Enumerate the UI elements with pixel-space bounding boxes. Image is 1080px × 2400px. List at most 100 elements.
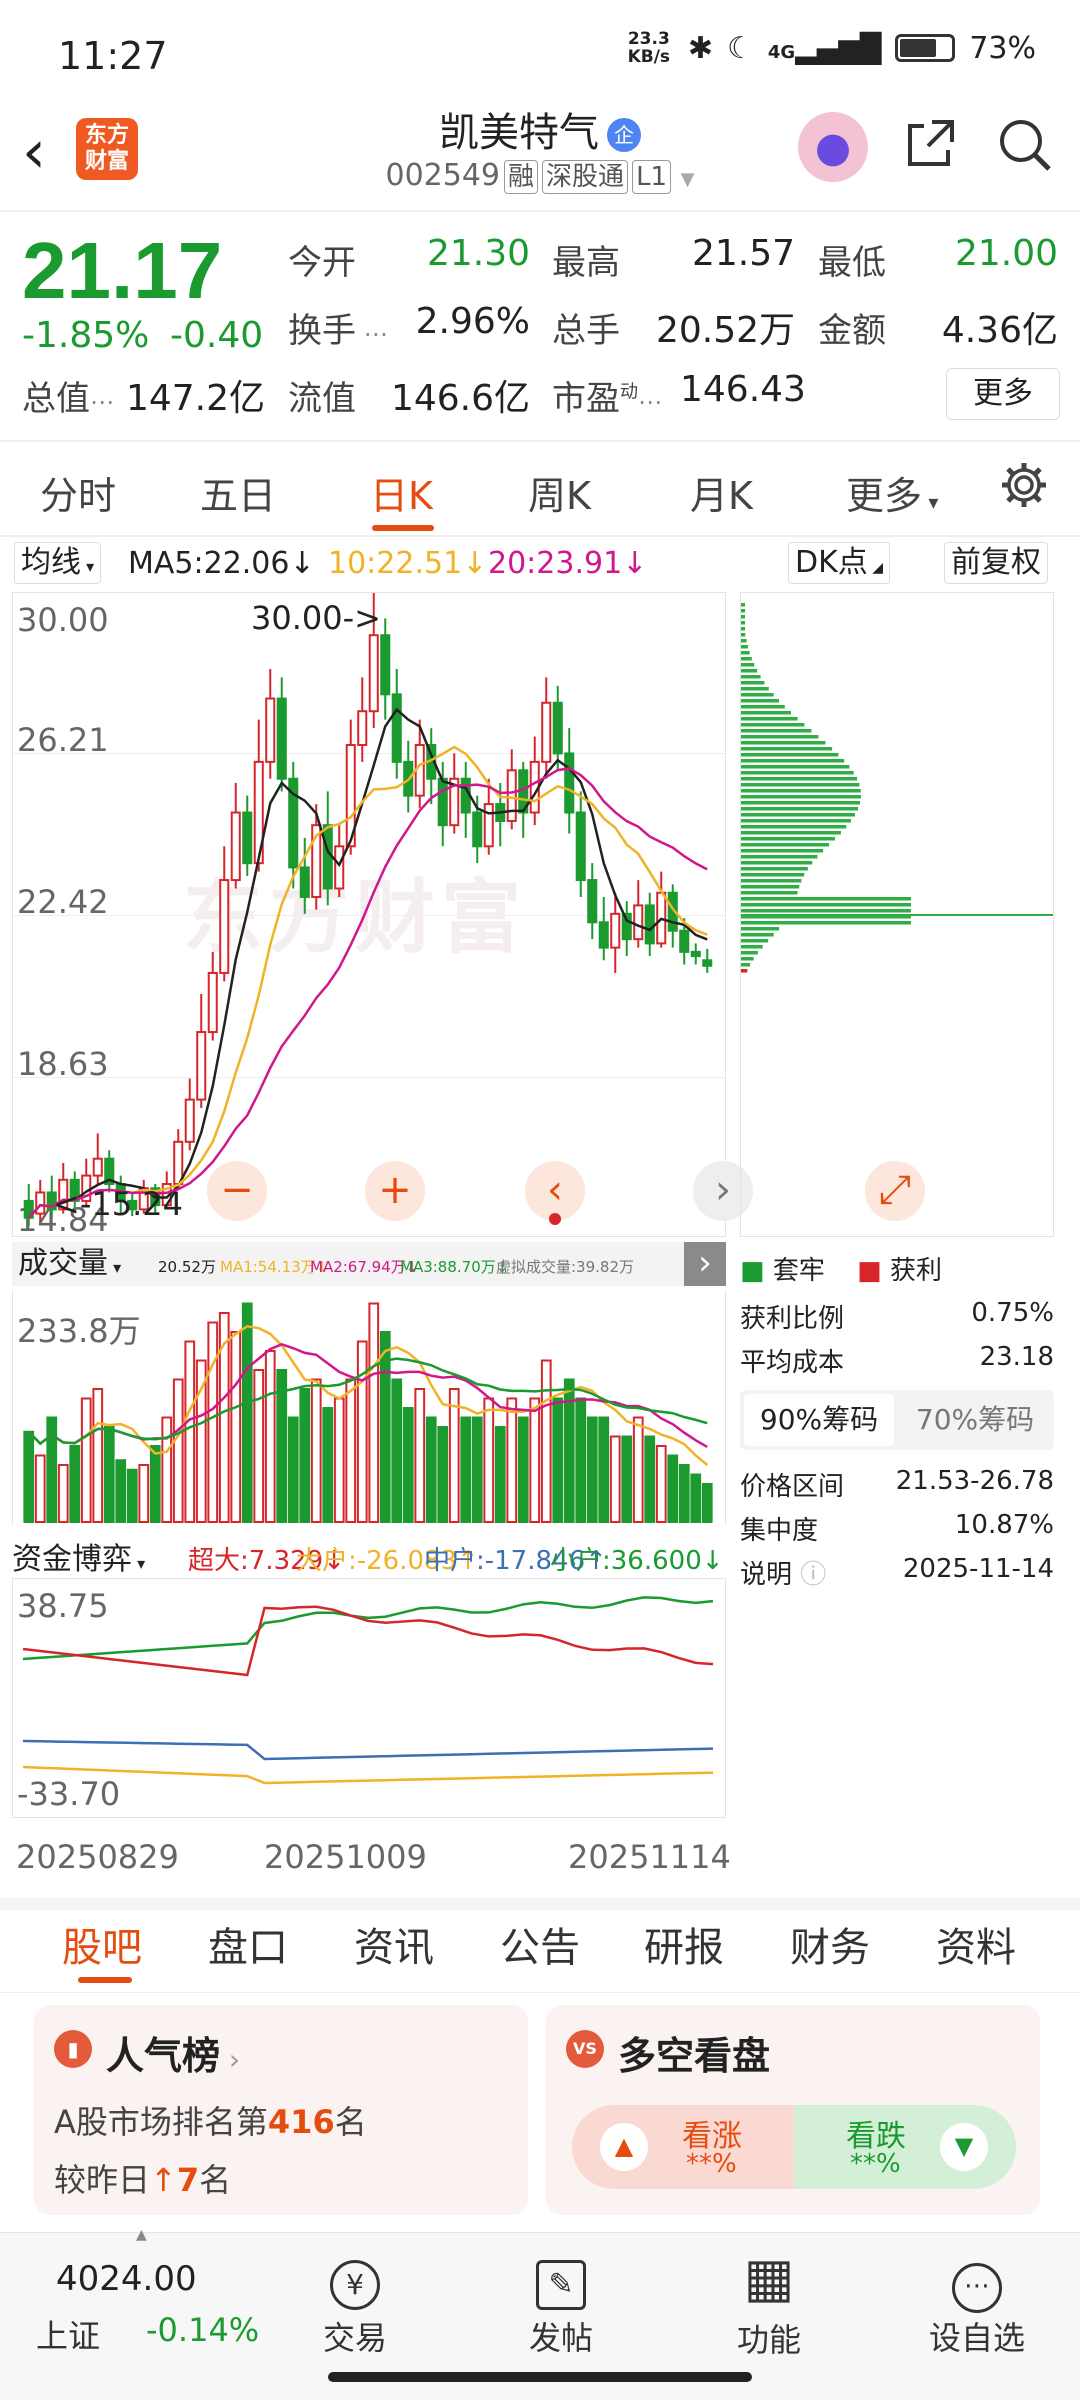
tab-weekly-k[interactable]: 周K bbox=[528, 465, 591, 520]
volume-bar bbox=[92, 1388, 104, 1523]
chip-bar bbox=[741, 837, 836, 841]
vote-bullish-button[interactable]: ▲ 看涨 **% bbox=[572, 2105, 794, 2189]
candle-body bbox=[230, 811, 241, 882]
volume-chart[interactable]: 233.8万 bbox=[12, 1290, 726, 1525]
candle-body bbox=[437, 777, 448, 827]
market-cap-label[interactable]: 总值⋯ bbox=[22, 371, 114, 420]
nav-post[interactable]: ✎ 发帖 bbox=[496, 2243, 626, 2359]
chip-bar bbox=[741, 663, 755, 667]
chip-bar bbox=[741, 711, 792, 715]
volume-bar bbox=[701, 1483, 713, 1523]
tab-research[interactable]: 研报 bbox=[644, 1915, 724, 1973]
tab-monthly-k[interactable]: 月K bbox=[690, 465, 753, 520]
volume-bar bbox=[632, 1416, 644, 1523]
candle-body bbox=[322, 824, 333, 890]
popularity-card[interactable]: ▮ 人气榜 › A股市场排名第416名 较昨日↑7名 bbox=[34, 2005, 528, 2215]
chip-bar bbox=[741, 813, 855, 817]
candle-body bbox=[207, 971, 218, 1034]
turnover-label[interactable]: 换手 ⋯ bbox=[288, 303, 388, 352]
candle-body bbox=[575, 811, 586, 882]
tab-daily-k[interactable]: 日K bbox=[370, 465, 433, 520]
chip-bar bbox=[741, 603, 745, 607]
volume-value: 20.52万 bbox=[655, 310, 795, 351]
kline-chart[interactable]: 东方财富 30.00 26.21 22.42 18.63 14.84 30.00… bbox=[12, 592, 753, 1239]
volume-bar bbox=[241, 1302, 253, 1523]
big-fund-line bbox=[22, 1765, 714, 1785]
fund-selector-dropdown[interactable]: 资金博弈 ▾ bbox=[12, 1534, 145, 1578]
min-price-annotation: <-15.24 bbox=[53, 1185, 183, 1223]
more-quote-button[interactable]: 更多 bbox=[946, 368, 1060, 420]
nav-add-watchlist[interactable]: ⋯ 设自选 bbox=[912, 2243, 1042, 2359]
up-triangle-icon: ▲ bbox=[600, 2123, 648, 2171]
zoom-in-button[interactable]: + bbox=[365, 1161, 425, 1221]
tab-chip-90[interactable]: 90%筹码 bbox=[744, 1394, 894, 1446]
vote-bearish-button[interactable]: 看跌 **% ▼ bbox=[794, 2105, 1016, 2189]
pe-label[interactable]: 市盈动⋯ bbox=[552, 371, 662, 420]
chip-bar bbox=[741, 927, 780, 931]
rank-line: A股市场排名第416名 bbox=[54, 2103, 367, 2141]
nav-trade[interactable]: ¥ 交易 bbox=[290, 2243, 420, 2359]
fund-flow-chart[interactable]: 38.75 -33.70 bbox=[12, 1578, 726, 1818]
chip-bar bbox=[741, 855, 818, 859]
volume-selector-dropdown[interactable]: 成交量 ▾ bbox=[12, 1244, 127, 1286]
chip-bar bbox=[741, 957, 754, 961]
nav-functions[interactable]: ▦ 功能 bbox=[704, 2243, 834, 2361]
candle-body bbox=[598, 921, 609, 949]
red-dot-indicator bbox=[549, 1213, 561, 1225]
share-icon[interactable] bbox=[902, 116, 958, 184]
date-start: 20250829 bbox=[16, 1838, 179, 1876]
candle-body bbox=[610, 912, 621, 949]
chip-bar bbox=[741, 741, 826, 745]
chip-distribution-panel[interactable]: ⤢ bbox=[740, 592, 1054, 1237]
tab-orderbook[interactable]: 盘口 bbox=[208, 1915, 288, 1973]
volume-bar bbox=[552, 1397, 564, 1523]
chip-bar bbox=[741, 705, 785, 709]
tab-five-day[interactable]: 五日 bbox=[200, 465, 276, 520]
dk-point-dropdown[interactable]: DK点 ◢ bbox=[788, 542, 890, 584]
tab-more[interactable]: 更多 ▾ bbox=[846, 465, 938, 520]
sentiment-card: VS 多空看盘 ▲ 看涨 **% 看跌 **% ▼ bbox=[546, 2005, 1040, 2215]
scroll-left-button[interactable]: ‹ bbox=[525, 1161, 585, 1221]
tab-intraday[interactable]: 分时 bbox=[40, 465, 116, 520]
chip-bar bbox=[741, 825, 847, 829]
chip-bar bbox=[741, 861, 813, 865]
tag-connect: 深股通 bbox=[542, 160, 629, 194]
explanation-row[interactable]: 说明 ⓘ 2025-11-14 bbox=[740, 1554, 1054, 1591]
index-value: 4024.00 bbox=[56, 2259, 197, 2299]
chip-bar bbox=[741, 753, 839, 757]
tab-profile[interactable]: 资料 bbox=[936, 1915, 1016, 1973]
volume-bar bbox=[529, 1397, 541, 1523]
chip-bar bbox=[741, 789, 861, 793]
chip-bar bbox=[741, 639, 747, 643]
chip-bar bbox=[741, 795, 861, 799]
tab-finance[interactable]: 财务 bbox=[790, 1915, 870, 1973]
tab-chip-70[interactable]: 70%筹码 bbox=[900, 1394, 1050, 1446]
expand-panel-arrow-icon[interactable]: › bbox=[684, 1242, 726, 1286]
settings-gear-icon[interactable] bbox=[998, 459, 1050, 520]
candle-body bbox=[702, 959, 713, 967]
chip-bar bbox=[741, 903, 911, 907]
chip-bar bbox=[741, 747, 833, 751]
expand-icon[interactable]: ⤢ bbox=[865, 1161, 925, 1221]
tab-forum[interactable]: 股吧 bbox=[62, 1915, 142, 1973]
signal-icon: 4G▂▄▆█ bbox=[767, 31, 882, 65]
chip-bar bbox=[741, 735, 819, 739]
fund-small: 小户:36.600↓ bbox=[550, 1546, 724, 1576]
chip-bar bbox=[741, 939, 769, 943]
ma-selector-dropdown[interactable]: 均线 ▾ bbox=[14, 542, 102, 584]
assistant-avatar[interactable] bbox=[798, 112, 868, 182]
volume-bar bbox=[494, 1426, 506, 1523]
candle-body bbox=[633, 904, 644, 941]
adjust-selector[interactable]: 前复权 bbox=[944, 542, 1048, 584]
index-ticker[interactable]: ▲ 4024.00 上证 -0.14% bbox=[24, 2227, 259, 2355]
chip-bar bbox=[741, 945, 763, 949]
tab-news[interactable]: 资讯 bbox=[354, 1915, 434, 1973]
concentration-row: 集中度 10.87% bbox=[740, 1510, 1054, 1546]
tab-announcements[interactable]: 公告 bbox=[500, 1915, 580, 1973]
battery-percent: 73% bbox=[969, 30, 1036, 66]
max-price-annotation: 30.00-> bbox=[251, 599, 381, 637]
chip-bar bbox=[741, 627, 745, 631]
zoom-out-button[interactable]: − bbox=[207, 1161, 267, 1221]
search-icon[interactable] bbox=[996, 116, 1054, 186]
volume-bar bbox=[287, 1416, 299, 1523]
